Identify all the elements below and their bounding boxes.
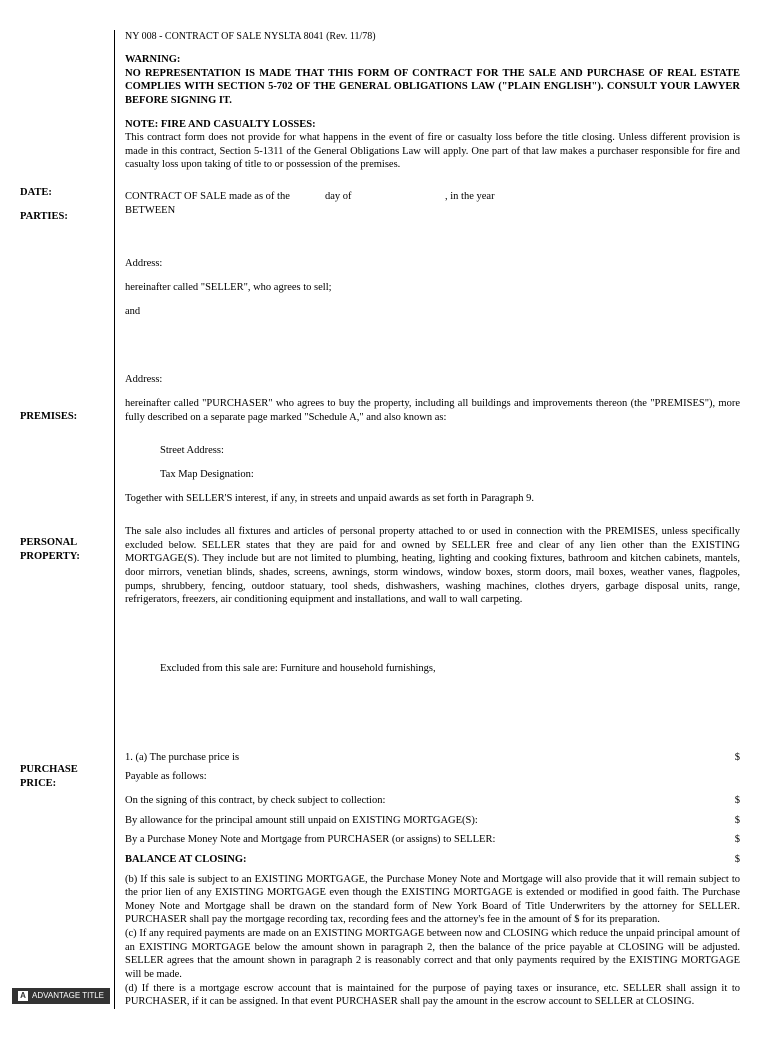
- parties-label: PARTIES:: [20, 210, 106, 224]
- together-clause: Together with SELLER'S interest, if any,…: [125, 492, 740, 506]
- currency-symbol: $: [735, 794, 740, 808]
- personal-property-body: The sale also includes all fixtures and …: [125, 525, 740, 607]
- balance-title: BALANCE AT CLOSING:: [125, 853, 247, 867]
- clause-c: (c) If any required payments are made on…: [125, 927, 740, 982]
- purchase-price-line: 1. (a) The purchase price is: [125, 751, 239, 765]
- signing-line: On the signing of this contract, by chec…: [125, 794, 385, 808]
- street-address-label: Street Address:: [125, 444, 740, 458]
- form-id: NY 008 - CONTRACT OF SALE NYSLTA 8041 (R…: [125, 30, 740, 43]
- contract-made-text: CONTRACT OF SALE made as of the: [125, 190, 325, 204]
- tax-map-label: Tax Map Designation:: [125, 468, 740, 482]
- date-label: DATE:: [20, 186, 106, 200]
- allowance-line: By allowance for the principal amount st…: [125, 814, 478, 828]
- personal-property-label: PERSONAL PROPERTY:: [20, 536, 106, 563]
- clause-b: (b) If this sale is subject to an EXISTI…: [125, 873, 740, 928]
- currency-symbol: $: [735, 814, 740, 828]
- between-text: BETWEEN: [125, 204, 740, 218]
- advantage-title-badge: A ADVANTAGE TITLE: [12, 988, 110, 1004]
- payable-text: Payable as follows:: [125, 770, 740, 784]
- advantage-logo-icon: A: [18, 991, 28, 1001]
- purchase-price-label: PURCHASE PRICE:: [20, 763, 106, 790]
- excluded-items: Excluded from this sale are: Furniture a…: [125, 662, 740, 676]
- purchaser-address-label: Address:: [125, 373, 740, 387]
- contract-date-line: CONTRACT OF SALE made as of the day of ,…: [125, 190, 740, 204]
- warning-title: WARNING:: [125, 53, 740, 67]
- seller-address-label: Address:: [125, 257, 740, 271]
- currency-symbol: $: [735, 751, 740, 765]
- premises-label: PREMISES:: [20, 410, 106, 424]
- currency-symbol: $: [735, 833, 740, 847]
- note-title: NOTE: FIRE AND CASUALTY LOSSES:: [125, 118, 740, 132]
- day-of-text: day of: [325, 190, 445, 204]
- money-note-line: By a Purchase Money Note and Mortgage fr…: [125, 833, 495, 847]
- purchaser-clause: hereinafter called "PURCHASER" who agree…: [125, 397, 740, 424]
- currency-symbol: $: [735, 853, 740, 867]
- advantage-title-text: ADVANTAGE TITLE: [32, 991, 104, 1001]
- and-text: and: [125, 305, 740, 319]
- seller-clause: hereinafter called "SELLER", who agrees …: [125, 281, 740, 295]
- clause-d: (d) If there is a mortgage escrow accoun…: [125, 982, 740, 1009]
- note-body: This contract form does not provide for …: [125, 131, 740, 172]
- warning-body: NO REPRESENTATION IS MADE THAT THIS FORM…: [125, 67, 740, 108]
- in-year-text: , in the year: [445, 190, 595, 204]
